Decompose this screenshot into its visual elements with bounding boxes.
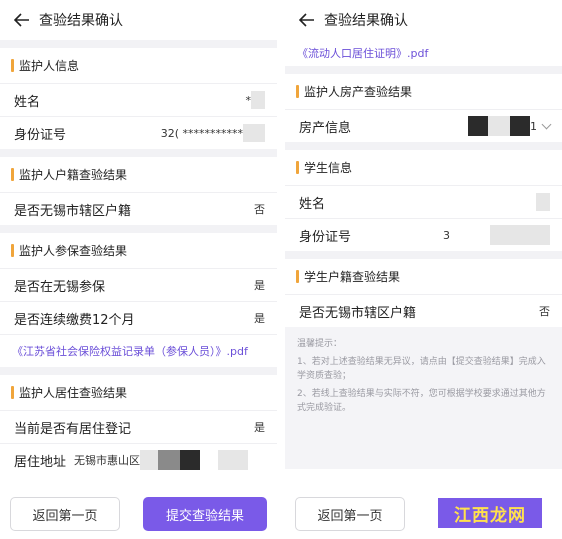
hukou-label: 是否无锡市辖区户籍 bbox=[14, 203, 132, 219]
section-property: 监护人房产查验结果 bbox=[285, 74, 562, 109]
continuous-payment-label: 是否连续缴费12个月 bbox=[14, 312, 135, 328]
row-residence-registration: 当前是否有居住登记 是 bbox=[0, 410, 277, 443]
redacted-block bbox=[158, 450, 181, 470]
redacted-block bbox=[488, 116, 510, 136]
tips-panel: 温馨提示： 1、若对上述查验结果无异议，请点由【提交查验结果】完成入学资质查验；… bbox=[285, 327, 562, 469]
header: 查验结果确认 bbox=[285, 0, 562, 40]
name-label: 姓名 bbox=[14, 94, 41, 110]
row-insured: 是否在无锡参保 是 bbox=[0, 268, 277, 301]
redacted-block bbox=[218, 450, 249, 470]
section-hukou: 监护人户籍查验结果 bbox=[0, 157, 277, 192]
section-marker bbox=[296, 161, 299, 174]
divider bbox=[0, 367, 277, 375]
divider bbox=[285, 142, 562, 150]
back-arrow-icon[interactable] bbox=[299, 12, 315, 28]
redacted-block bbox=[536, 193, 550, 211]
footer: 返回第一页 提交查验结果 bbox=[0, 489, 277, 539]
section-title: 监护人参保查验结果 bbox=[19, 244, 128, 258]
section-student-info: 学生信息 bbox=[285, 150, 562, 185]
name-value: * bbox=[246, 91, 265, 109]
section-insurance: 监护人参保查验结果 bbox=[0, 233, 277, 268]
divider bbox=[285, 251, 562, 259]
redacted-block bbox=[180, 450, 201, 470]
submit-results-button[interactable]: 提交查验结果 bbox=[143, 497, 267, 531]
section-marker bbox=[296, 270, 299, 283]
left-screen: 查验结果确认 监护人信息 姓名 * 身份证号 32( *********** 监… bbox=[0, 0, 277, 539]
residence-registration-value: 是 bbox=[254, 421, 265, 434]
divider bbox=[0, 225, 277, 233]
page-title: 查验结果确认 bbox=[324, 13, 408, 29]
row-student-hukou: 是否无锡市辖区户籍 否 bbox=[285, 294, 562, 327]
chevron-down-icon bbox=[541, 119, 552, 129]
section-title: 学生信息 bbox=[304, 161, 353, 175]
property-value: 1 bbox=[468, 116, 552, 136]
row-continuous-payment: 是否连续缴费12个月 是 bbox=[0, 301, 277, 334]
section-marker bbox=[11, 386, 14, 399]
id-value: 32( *********** bbox=[161, 124, 265, 142]
section-title: 监护人房产查验结果 bbox=[304, 85, 413, 99]
student-name-value bbox=[536, 193, 550, 211]
tips-line-2: 2、若线上查验结果与实际不符，您可根据学校要求通过其他方式完成验证。 bbox=[297, 389, 546, 413]
page-title: 查验结果确认 bbox=[39, 13, 123, 29]
row-address: 居住地址 无锡市惠山区 bbox=[0, 443, 277, 476]
row-property[interactable]: 房产信息 1 bbox=[285, 109, 562, 142]
section-marker bbox=[11, 244, 14, 257]
section-title: 监护人户籍查验结果 bbox=[19, 168, 128, 182]
insured-label: 是否在无锡参保 bbox=[14, 279, 106, 295]
row-student-name: 姓名 bbox=[285, 185, 562, 218]
residence-pdf-link[interactable]: 《流动人口居住证明》.pdf bbox=[285, 40, 562, 66]
address-label: 居住地址 bbox=[14, 454, 67, 470]
section-title: 学生户籍查验结果 bbox=[304, 270, 401, 284]
redacted-block bbox=[468, 116, 488, 136]
redacted-block bbox=[490, 225, 550, 245]
residence-registration-label: 当前是否有居住登记 bbox=[14, 421, 132, 437]
back-to-first-page-button[interactable]: 返回第一页 bbox=[295, 497, 405, 531]
row-name: 姓名 * bbox=[0, 83, 277, 116]
row-id: 身份证号 32( *********** bbox=[0, 116, 277, 149]
insurance-pdf-link[interactable]: 《江苏省社会保险权益记录单（参保人员）》.pdf bbox=[0, 334, 277, 367]
student-name-label: 姓名 bbox=[299, 196, 326, 212]
continuous-payment-value: 是 bbox=[254, 312, 265, 325]
watermark-logo: 江西龙网 bbox=[438, 498, 542, 528]
student-hukou-value: 否 bbox=[539, 305, 550, 318]
insured-value: 是 bbox=[254, 279, 265, 292]
student-hukou-label: 是否无锡市辖区户籍 bbox=[299, 305, 417, 321]
section-title: 监护人信息 bbox=[19, 59, 80, 73]
student-id-value: 3 bbox=[443, 225, 550, 245]
watermark-text: 江西龙网 bbox=[454, 505, 526, 526]
section-marker bbox=[11, 59, 14, 72]
divider bbox=[0, 40, 277, 48]
redacted-block bbox=[140, 450, 159, 470]
student-id-label: 身份证号 bbox=[299, 229, 352, 245]
back-arrow-icon[interactable] bbox=[14, 12, 30, 28]
section-marker bbox=[11, 168, 14, 181]
redacted-block bbox=[243, 124, 265, 142]
section-guardian-info: 监护人信息 bbox=[0, 48, 277, 83]
back-to-first-page-button[interactable]: 返回第一页 bbox=[10, 497, 120, 531]
section-marker bbox=[296, 85, 299, 98]
header: 查验结果确认 bbox=[0, 0, 277, 40]
divider bbox=[0, 149, 277, 157]
row-hukou: 是否无锡市辖区户籍 否 bbox=[0, 192, 277, 225]
section-student-hukou: 学生户籍查验结果 bbox=[285, 259, 562, 294]
divider bbox=[285, 66, 562, 74]
section-title: 监护人居住查验结果 bbox=[19, 386, 128, 400]
hukou-value: 否 bbox=[254, 203, 265, 216]
tips-line-1: 1、若对上述查验结果无异议，请点由【提交查验结果】完成入学资质查验； bbox=[297, 357, 546, 381]
row-student-id: 身份证号 3 bbox=[285, 218, 562, 251]
redacted-block bbox=[251, 91, 265, 109]
property-label: 房产信息 bbox=[299, 120, 352, 136]
id-label: 身份证号 bbox=[14, 127, 67, 143]
address-value: 无锡市惠山区 bbox=[74, 450, 249, 470]
tips-title: 温馨提示： bbox=[297, 339, 343, 349]
section-residence: 监护人居住查验结果 bbox=[0, 375, 277, 410]
right-screen: 查验结果确认 《流动人口居住证明》.pdf 监护人房产查验结果 房产信息 1 学… bbox=[285, 0, 562, 539]
redacted-block bbox=[510, 116, 530, 136]
